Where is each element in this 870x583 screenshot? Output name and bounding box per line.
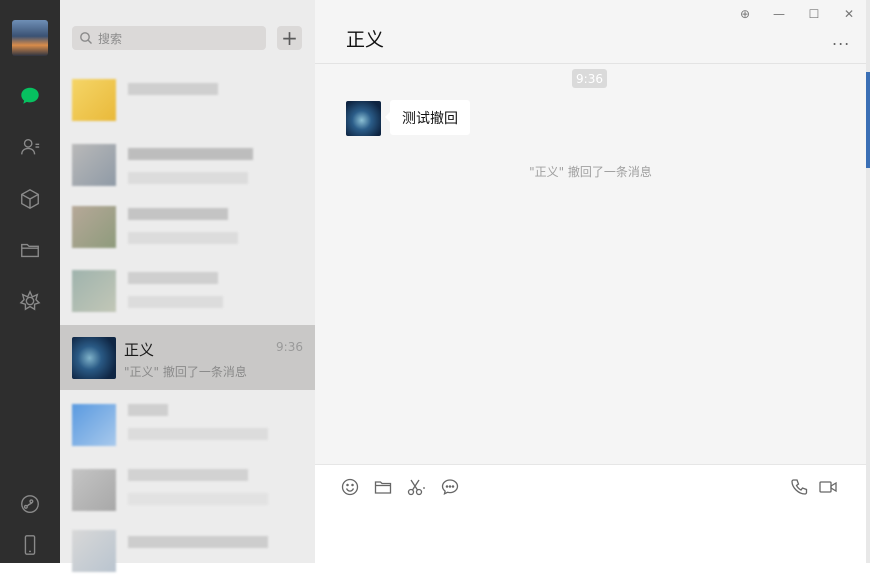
- blurred-name: [128, 536, 268, 548]
- contacts-icon[interactable]: [18, 135, 42, 159]
- favorites-cube-icon[interactable]: [18, 187, 42, 211]
- moments-icon[interactable]: [18, 289, 42, 313]
- avatar: [72, 206, 116, 248]
- search-icon: [80, 32, 92, 44]
- blurred-name: [128, 83, 218, 95]
- chat-list-item[interactable]: [60, 457, 315, 522]
- scissors-icon[interactable]: [405, 476, 427, 498]
- blurred-name: [128, 148, 253, 160]
- chat-list-item[interactable]: [60, 132, 315, 197]
- blurred-preview: [128, 232, 238, 244]
- search-box[interactable]: 搜索: [72, 26, 266, 50]
- mini-programs-icon[interactable]: [18, 492, 42, 516]
- avatar: [72, 404, 116, 446]
- close-button[interactable]: ✕: [841, 6, 857, 22]
- chat-list-item[interactable]: [60, 392, 315, 457]
- chat-list-item[interactable]: [60, 194, 315, 259]
- chat-list-item[interactable]: [60, 258, 315, 323]
- blurred-preview: [128, 296, 223, 308]
- avatar: [72, 144, 116, 186]
- blurred-preview: [128, 428, 268, 440]
- sender-avatar[interactable]: [346, 101, 381, 136]
- video-call-icon[interactable]: [817, 476, 839, 498]
- more-options-button[interactable]: ...: [832, 30, 850, 49]
- recall-notice: "正义" 撤回了一条消息: [529, 165, 652, 179]
- header-divider: [315, 63, 866, 64]
- folder-icon[interactable]: [372, 476, 394, 498]
- files-folder-icon[interactable]: [18, 238, 42, 262]
- user-avatar[interactable]: [12, 20, 48, 56]
- avatar: [72, 270, 116, 312]
- chat-list-item-zhengyi[interactable]: 正义 9:36 "正义" 撤回了一条消息: [60, 325, 315, 390]
- avatar: [72, 469, 116, 511]
- background-window-edge: [866, 0, 870, 563]
- chat-history-icon[interactable]: [439, 476, 461, 498]
- blurred-name: [128, 208, 228, 220]
- message-timestamp: 9:36: [572, 69, 607, 88]
- add-chat-button[interactable]: +: [277, 26, 302, 50]
- nav-sidebar: [0, 0, 60, 563]
- voice-call-icon[interactable]: [788, 476, 810, 498]
- chat-list-item[interactable]: [60, 518, 315, 583]
- chat-list-item-preview: "正义" 撤回了一条消息: [124, 365, 247, 379]
- emoji-icon[interactable]: [339, 476, 361, 498]
- chat-list-item[interactable]: [60, 67, 315, 132]
- wechat-window: 搜索 + 正义 9:36 "正义" 撤回了一条消息 正义 ⊕ — ☐ ✕ ...…: [0, 0, 866, 572]
- avatar: [72, 337, 116, 379]
- chat-list-item-time: 9:36: [276, 340, 303, 354]
- blurred-name: [128, 404, 168, 416]
- background-window-accent: [866, 72, 870, 168]
- minimize-button[interactable]: —: [771, 6, 787, 22]
- avatar: [72, 530, 116, 572]
- message-bubble[interactable]: 测试撤回: [385, 100, 470, 135]
- phone-icon[interactable]: [18, 533, 42, 557]
- blurred-name: [128, 272, 218, 284]
- search-input[interactable]: 搜索: [98, 30, 122, 47]
- maximize-button[interactable]: ☐: [806, 6, 822, 22]
- blurred-preview: [128, 493, 268, 505]
- chat-title: 正义: [346, 29, 385, 51]
- blurred-name: [128, 469, 248, 481]
- blurred-preview: [128, 172, 248, 184]
- message-input-area[interactable]: [315, 464, 866, 563]
- pin-icon[interactable]: ⊕: [737, 6, 753, 22]
- chat-list-item-name: 正义: [124, 341, 155, 359]
- avatar: [72, 79, 116, 121]
- chat-icon[interactable]: [18, 84, 42, 108]
